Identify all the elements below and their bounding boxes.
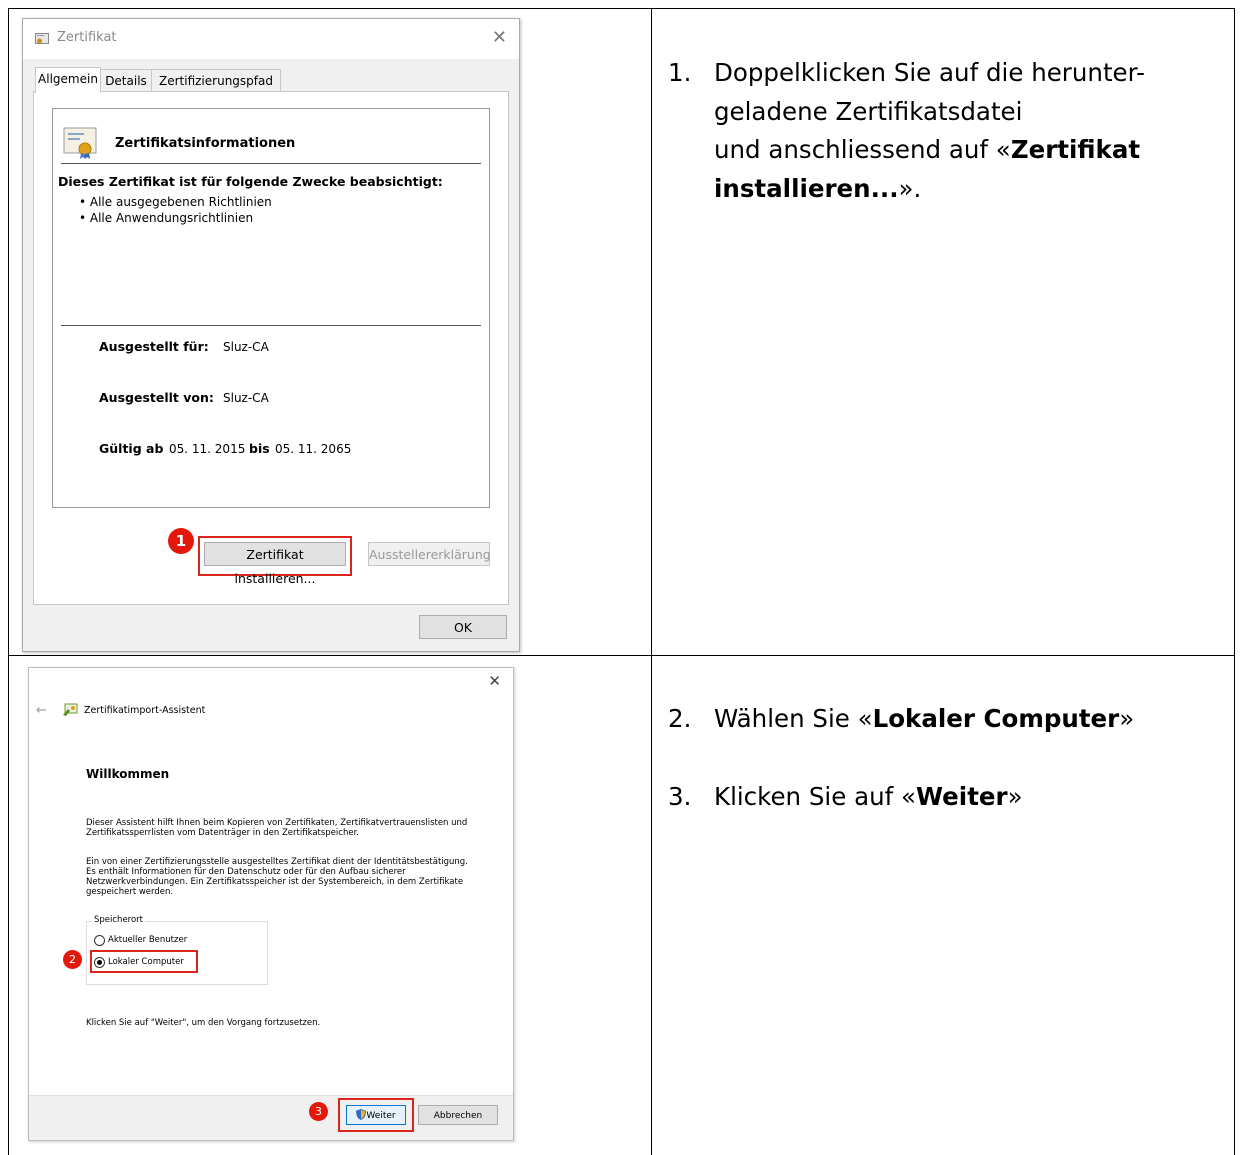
intro-paragraph: Dieser Assistent hilft Ihnen beim Kopier…: [86, 818, 496, 838]
step-badge-3: 3: [309, 1102, 328, 1121]
step-number: 1.: [668, 58, 692, 87]
table-row-divider: [8, 655, 1235, 656]
valid-to-label: bis: [249, 441, 270, 456]
divider: [61, 163, 481, 164]
close-icon[interactable]: ✕: [492, 27, 507, 48]
radio-current-user[interactable]: [94, 935, 105, 946]
instruction-step-1: 1. Doppelklicken Sie auf die herunter- g…: [668, 54, 1228, 214]
tab-panel-allgemein: Zertifikatsinformationen Dieses Zertifik…: [33, 91, 509, 605]
local-machine-highlight: [90, 950, 198, 973]
instruction-emphasis: Weiter: [916, 782, 1008, 811]
tab-zertifizierungspfad[interactable]: Zertifizierungspfad: [151, 69, 281, 92]
instruction-text: Doppelklicken Sie auf die herunter- gela…: [714, 54, 1184, 208]
dialog-title: Zertifikat: [57, 30, 117, 45]
issuer-statement-button: Ausstellererklärung: [368, 542, 491, 566]
purpose-item: • Alle Anwendungsrichtlinien: [79, 211, 254, 225]
valid-from-label: Gültig ab: [99, 441, 164, 456]
issued-to-value: Sluz-CA: [223, 340, 269, 354]
table-border-top: [8, 8, 1235, 9]
intro-line: Dieser Assistent hilft Ihnen beim Kopier…: [86, 818, 468, 828]
certificate-icon: [35, 33, 49, 44]
step-number: 3.: [668, 782, 692, 811]
close-icon[interactable]: ✕: [488, 672, 501, 690]
description-line: Netzwerkverbindungen. Ein Zertifikatsspe…: [86, 877, 464, 887]
instruction-suffix: »: [1007, 782, 1023, 811]
table-border-right: [1234, 8, 1235, 1155]
info-title: Zertifikatsinformationen: [115, 136, 296, 151]
instruction-suffix: ».: [898, 173, 922, 203]
description-line: Ein von einer Zertifizierungsstelle ausg…: [86, 857, 468, 867]
next-button-label: Weiter: [366, 1111, 396, 1121]
divider: [61, 325, 481, 326]
step-number: 2.: [668, 704, 692, 733]
instruction-suffix: »: [1119, 704, 1135, 733]
install-certificate-button[interactable]: Zertifikat installieren...: [204, 542, 346, 586]
certificate-wizard-icon: [63, 703, 78, 716]
instruction-step-2: 2. Wählen Sie «Lokaler Computer»: [668, 700, 1228, 740]
description-paragraph: Ein von einer Zertifizierungsstelle ausg…: [86, 857, 496, 897]
store-location-label: Speicherort: [92, 915, 146, 925]
instruction-line: und anschliessend auf «: [714, 135, 1011, 164]
purpose-heading: Dieses Zertifikat ist für folgende Zweck…: [58, 174, 443, 189]
description-line: Es enthält Informationen für den Datensc…: [86, 867, 406, 877]
intro-line: Zertifikatssperrlisten vom Datenträger i…: [86, 828, 360, 838]
issued-by-value: Sluz-CA: [223, 391, 269, 405]
instruction-prefix: Klicken Sie auf «: [714, 782, 917, 811]
shield-icon: [356, 1109, 367, 1120]
import-wizard-dialog: ✕ ← Zertifikatimport-Assistent Willkomme…: [28, 667, 514, 1141]
instruction-text: Wählen Sie «Lokaler Computer»: [714, 700, 1184, 739]
issued-to-label: Ausgestellt für:: [99, 339, 209, 354]
instruction-prefix: Wählen Sie «: [714, 704, 873, 733]
welcome-heading: Willkommen: [86, 767, 170, 781]
continue-hint: Klicken Sie auf "Weiter", um den Vorgang…: [86, 1018, 321, 1028]
radio-current-user-label[interactable]: Aktueller Benutzer: [108, 935, 187, 945]
instruction-text: Klicken Sie auf «Weiter»: [714, 778, 1184, 817]
certificate-dialog: Zertifikat ✕ Allgemein Details Zertifizi…: [22, 18, 520, 652]
step-badge-2: 2: [63, 950, 82, 969]
certificate-icon: [63, 127, 97, 159]
ok-button[interactable]: OK: [419, 615, 507, 639]
issued-by-label: Ausgestellt von:: [99, 390, 214, 405]
table-border-left: [8, 8, 9, 1155]
instruction-emphasis: Lokaler Computer: [872, 704, 1120, 733]
valid-from-value: 05. 11. 2015: [169, 442, 246, 456]
step-badge-1: 1: [168, 528, 194, 554]
cancel-button[interactable]: Abbrechen: [418, 1105, 498, 1125]
back-arrow-icon[interactable]: ←: [36, 703, 47, 718]
instruction-line: geladene Zertifikatsdatei: [714, 96, 1023, 126]
next-button[interactable]: Weiter: [346, 1105, 406, 1125]
tab-details[interactable]: Details: [99, 69, 153, 92]
certificate-info-frame: Zertifikatsinformationen Dieses Zertifik…: [52, 108, 490, 508]
certificate-dialog-titlebar: Zertifikat ✕: [23, 19, 519, 59]
valid-to-value: 05. 11. 2065: [275, 442, 352, 456]
wizard-footer: 3 Weiter Abbrechen: [29, 1095, 513, 1140]
table-column-divider: [651, 8, 652, 1155]
purpose-item: • Alle ausgegebenen Richtlinien: [79, 195, 272, 209]
tab-allgemein[interactable]: Allgemein: [35, 67, 101, 93]
wizard-title: Zertifikatimport-Assistent: [84, 705, 206, 716]
instruction-line: Doppelklicken Sie auf die herunter-: [714, 58, 1145, 87]
description-line: gespeichert werden.: [86, 887, 174, 897]
instruction-step-3: 3. Klicken Sie auf «Weiter»: [668, 778, 1228, 818]
